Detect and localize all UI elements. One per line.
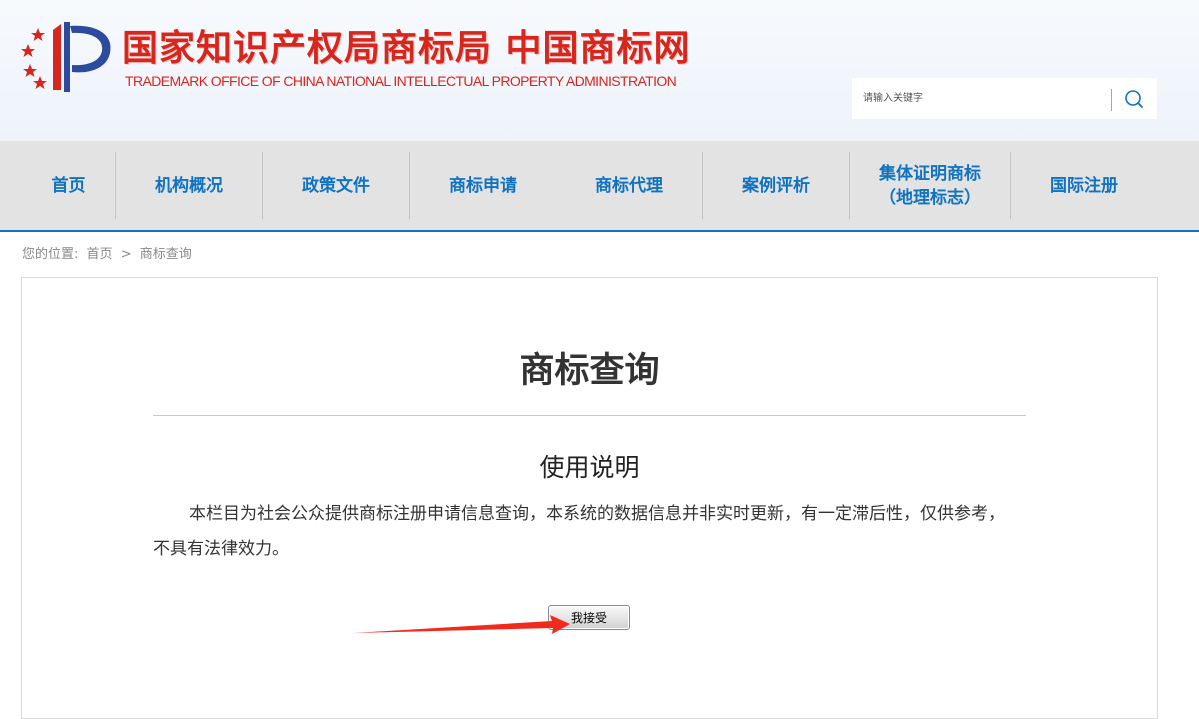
search-input[interactable] [852,78,1107,119]
nav-item-label: 政策文件 [302,175,370,196]
title-divider [153,415,1026,416]
site-title: 国家知识产权局商标局 中国商标网 [122,27,691,69]
nav-item-collective-marks[interactable]: 集体证明商标 （地理标志） [850,141,1010,230]
nav-item-cases[interactable]: 案例评析 [703,141,849,230]
main-nav: 首页 机构概况 政策文件 商标申请 商标代理 案例评析 集体证明商标 （地理标志… [0,141,1199,232]
nav-item-label: 国际注册 [1050,175,1118,196]
usage-text: 本栏目为社会公众提供商标注册申请信息查询，本系统的数据信息并非实时更新，有一定滞… [153,504,1005,559]
nav-item-label: 集体证明商标 [879,163,981,184]
breadcrumb: 您的位置: 首页 > 商标查询 [22,246,196,264]
nav-item-international[interactable]: 国际注册 [1011,141,1157,230]
search-icon [1125,90,1143,108]
breadcrumb-current: 商标查询 [139,247,192,262]
nav-item-application[interactable]: 商标申请 [410,141,556,230]
content-panel: 商标查询 使用说明 本栏目为社会公众提供商标注册申请信息查询，本系统的数据信息并… [21,277,1158,719]
nav-item-label-line2: （地理标志） [879,187,981,208]
search-divider [1111,89,1112,111]
nav-item-home[interactable]: 首页 [22,141,115,230]
accept-button[interactable]: 我接受 [548,605,630,630]
site-header: 国家知识产权局商标局 中国商标网 TRADEMARK OFFICE OF CHI… [0,0,1199,141]
nav-item-agency[interactable]: 商标代理 [556,141,702,230]
breadcrumb-home-link[interactable]: 首页 [87,247,113,262]
page-title: 商标查询 [519,351,660,391]
trademark-office-emblem-icon [21,22,111,92]
nav-item-label: 商标代理 [595,175,663,196]
breadcrumb-separator: > [120,247,132,262]
site-subtitle: TRADEMARK OFFICE OF CHINA NATIONAL INTEL… [125,73,677,89]
nav-item-label: 商标申请 [449,175,517,196]
usage-heading: 使用说明 [539,453,640,482]
nav-item-label: 机构概况 [155,175,223,196]
nav-item-label: 首页 [51,175,86,196]
breadcrumb-prefix: 您的位置: [22,247,79,262]
search-button[interactable] [1120,86,1148,112]
nav-item-about[interactable]: 机构概况 [116,141,262,230]
nav-item-policy[interactable]: 政策文件 [263,141,409,230]
search-box [852,78,1157,119]
nav-item-label: 案例评析 [742,175,810,196]
